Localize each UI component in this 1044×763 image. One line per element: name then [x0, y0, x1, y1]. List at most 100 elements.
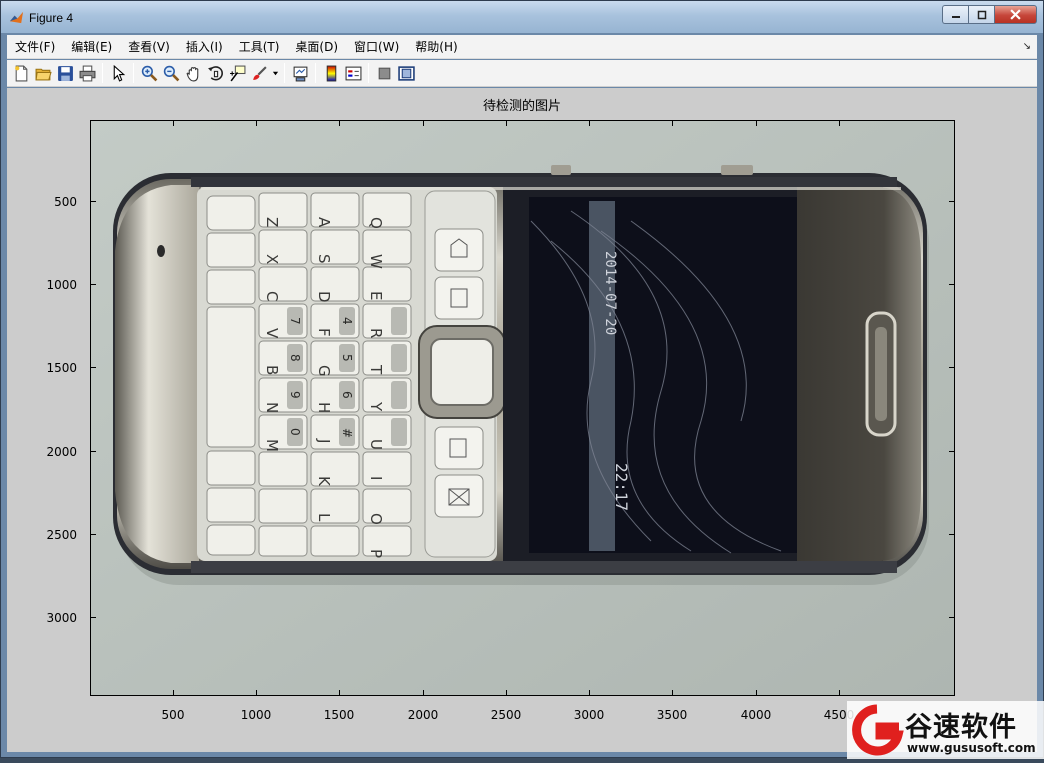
window-title: Figure 4 [29, 11, 74, 25]
key-letter: M [263, 439, 281, 452]
open-file-icon [34, 68, 52, 80]
key-letter: V [263, 328, 281, 339]
key-letter: L [315, 513, 333, 522]
title-bar[interactable]: Figure 4 [1, 1, 1043, 33]
zoom-in-button[interactable] [138, 62, 160, 84]
new-figure-button[interactable] [10, 62, 32, 84]
print-icon [79, 65, 95, 81]
menu-dock-button[interactable]: ↘ [1023, 41, 1031, 52]
watermark-brand: 谷速软件 [905, 712, 1017, 743]
x-tick-mark [256, 120, 257, 126]
key-letter: F [315, 328, 333, 337]
brush-button[interactable] [248, 62, 270, 84]
key-number: 5 [340, 354, 354, 362]
new-figure-icon [14, 65, 27, 81]
zoom-out-button[interactable] [160, 62, 182, 84]
save-button[interactable] [54, 62, 76, 84]
edit-plot-button[interactable] [107, 62, 129, 84]
x-tick-mark [672, 120, 673, 126]
key-letter: X [263, 254, 281, 264]
close-button[interactable] [994, 5, 1037, 24]
rotate-3d-icon [207, 65, 223, 80]
menu-insert[interactable]: 插入(I) [178, 38, 231, 55]
figure-window: Figure 4 文件(F) 编辑(E) 查看(V) 插入(I) 工具(T) 桌… [0, 0, 1044, 759]
hide-plot-tools-button[interactable] [373, 62, 395, 84]
x-tick-mark [756, 690, 757, 696]
key-letter: H [315, 402, 333, 413]
show-plot-tools-button[interactable] [395, 62, 417, 84]
open-file-button[interactable] [32, 62, 54, 84]
y-tick-label: 2000 [46, 445, 77, 459]
x-tick-mark [339, 120, 340, 126]
y-tick-mark [90, 451, 96, 452]
key-letter: Z [263, 217, 281, 227]
key-letter: D [315, 291, 333, 303]
x-tick-label: 500 [161, 708, 185, 722]
menu-help[interactable]: 帮助(H) [407, 38, 465, 55]
menu-tools[interactable]: 工具(T) [231, 38, 288, 55]
rotate-3d-button[interactable] [204, 62, 226, 84]
x-tick-mark [173, 690, 174, 696]
key-letter: J [315, 438, 333, 443]
data-cursor-icon [229, 65, 245, 81]
link-plot-button[interactable] [289, 62, 311, 84]
key-letter: K [315, 476, 333, 487]
x-tick-label: 1000 [240, 708, 272, 722]
key-letter: T [367, 364, 385, 375]
x-tick-mark [256, 690, 257, 696]
menu-window[interactable]: 窗口(W) [346, 38, 407, 55]
toolbar-separator [368, 63, 369, 83]
toolbar-separator [133, 63, 134, 83]
key-letter: P [367, 549, 385, 558]
x-tick-mark [423, 690, 424, 696]
menu-bar: 文件(F) 编辑(E) 查看(V) 插入(I) 工具(T) 桌面(D) 窗口(W… [7, 35, 1037, 59]
minimize-icon [951, 15, 960, 18]
print-button[interactable] [76, 62, 98, 84]
brush-dropdown-button[interactable] [270, 62, 280, 84]
key-letter: C [263, 291, 281, 301]
key-letter: R [367, 328, 385, 338]
pan-icon [186, 66, 198, 81]
colorbar-icon [326, 65, 336, 81]
chevron-down-icon [272, 71, 278, 75]
brush-icon [252, 65, 267, 80]
zoom-out-icon [163, 65, 179, 81]
key-letter: W [367, 254, 385, 269]
close-icon [1010, 9, 1021, 20]
key-letter: Q [367, 217, 385, 229]
legend-button[interactable] [342, 62, 364, 84]
y-tick-mark [90, 201, 96, 202]
y-tick-label: 2500 [46, 528, 77, 542]
key-letter: S [315, 254, 333, 264]
x-tick-mark [423, 120, 424, 126]
key-number: 8 [288, 354, 302, 362]
key-letter: E [367, 291, 385, 300]
save-icon [57, 65, 73, 81]
menu-edit[interactable]: 编辑(E) [63, 38, 120, 55]
y-tick-label: 1500 [46, 361, 77, 375]
show-plot-tools-icon [397, 65, 415, 81]
data-cursor-button[interactable] [226, 62, 248, 84]
x-tick-label: 2500 [490, 708, 522, 722]
maximize-button[interactable] [968, 5, 994, 24]
menu-desktop[interactable]: 桌面(D) [287, 38, 346, 55]
pointer-icon [113, 64, 125, 82]
menu-view[interactable]: 查看(V) [120, 38, 178, 55]
y-tick-mark [949, 451, 955, 452]
y-tick-mark [90, 534, 96, 535]
watermark: 谷速软件 www.gususoft.com [847, 701, 1044, 759]
minimize-button[interactable] [942, 5, 968, 24]
menu-file[interactable]: 文件(F) [7, 38, 63, 55]
key-number: # [340, 428, 354, 438]
key-letter: O [367, 513, 385, 525]
x-tick-mark [756, 120, 757, 126]
key-letter: U [367, 439, 385, 450]
x-tick-mark [506, 120, 507, 126]
image-axes[interactable]: Z A Q X S W C D E V F R B G T N H Y M J … [90, 120, 955, 696]
key-number: 9 [288, 391, 302, 399]
colorbar-button[interactable] [320, 62, 342, 84]
hide-plot-tools-icon [378, 67, 390, 79]
plot-title: 待检测的图片 [482, 99, 561, 114]
pan-button[interactable] [182, 62, 204, 84]
y-tick-mark [949, 284, 955, 285]
